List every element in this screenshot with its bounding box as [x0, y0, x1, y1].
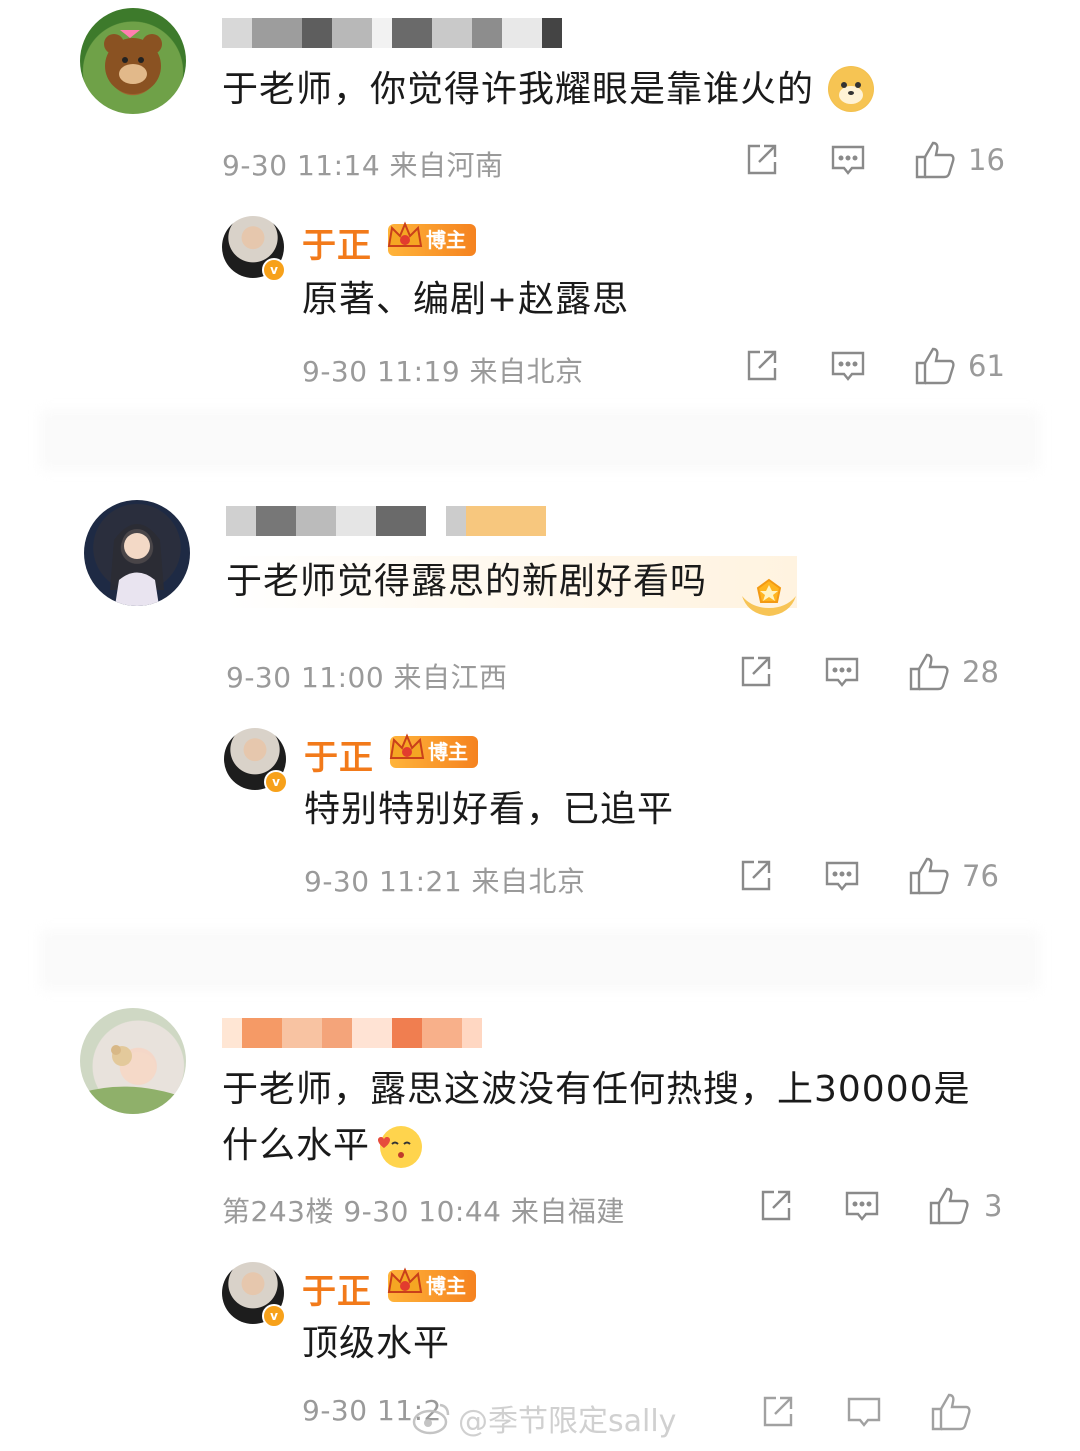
- thumbs-up-icon: [929, 1187, 969, 1225]
- verified-icon: v: [264, 770, 288, 794]
- thumbs-up-icon: [909, 653, 949, 691]
- reply-author-name[interactable]: 于正: [302, 218, 372, 267]
- comment-text: 于老师觉得露思的新剧好看吗: [226, 556, 798, 608]
- comment-icon: [845, 1191, 879, 1221]
- comment-text: 于老师，你觉得许我耀眼是靠谁火的: [222, 69, 815, 110]
- reply-button[interactable]: [824, 654, 860, 690]
- share-icon: [761, 1190, 791, 1221]
- comment-text-line-1: 于老师，露思这波没有任何热搜，上30000是: [222, 1069, 971, 1110]
- blurred-username[interactable]: [226, 506, 546, 536]
- share-icon: [747, 350, 777, 381]
- comment-meta: 9-30 11:00 来自江西: [226, 661, 508, 694]
- share-icon: [741, 860, 771, 891]
- kiss-emoji-icon: [374, 1124, 424, 1170]
- comment-icon: [825, 861, 859, 891]
- like-button[interactable]: 3: [928, 1186, 1002, 1226]
- like-count: 61: [968, 349, 1005, 383]
- crown-icon: [387, 1267, 423, 1293]
- thumbs-up-icon: [915, 347, 955, 385]
- blogger-badge: 博主: [389, 733, 478, 768]
- share-button[interactable]: [744, 348, 780, 384]
- reply-button[interactable]: [844, 1188, 880, 1224]
- reply-actions: [760, 1392, 984, 1432]
- share-button[interactable]: [738, 858, 774, 894]
- share-icon: [747, 144, 777, 175]
- like-button[interactable]: [930, 1392, 984, 1432]
- like-button[interactable]: 16: [914, 140, 1005, 180]
- share-button[interactable]: [760, 1394, 796, 1430]
- like-count: 16: [968, 143, 1005, 177]
- vip-badge-icon: [738, 574, 800, 620]
- like-count: 28: [962, 655, 999, 689]
- thumbs-up-icon: [909, 857, 949, 895]
- reply-actions: 76: [738, 856, 999, 896]
- avatar[interactable]: [80, 1008, 186, 1114]
- comment-actions: 16: [744, 140, 1005, 180]
- faded-divider: [40, 410, 1040, 470]
- comment-icon: [831, 351, 865, 381]
- reply-button[interactable]: [830, 142, 866, 178]
- comment-icon: [825, 657, 859, 687]
- like-button[interactable]: 61: [914, 346, 1005, 386]
- blurred-username[interactable]: [222, 1018, 482, 1048]
- blogger-badge: 博主: [387, 1267, 476, 1302]
- avatar[interactable]: [84, 500, 190, 606]
- reply-author-name[interactable]: 于正: [304, 730, 374, 779]
- reply-meta: 9-30 11:19 来自北京: [302, 355, 584, 388]
- share-icon: [763, 1396, 793, 1427]
- reply-button[interactable]: [830, 348, 866, 384]
- avatar[interactable]: [80, 8, 186, 114]
- blurred-username[interactable]: [222, 18, 562, 48]
- crown-icon: [389, 733, 425, 759]
- reply-text: 原著、编剧+赵露思: [302, 279, 630, 320]
- comment-actions: 28: [738, 652, 999, 692]
- reply-text: 特别特别好看，已追平: [304, 789, 675, 830]
- reply-meta: 9-30 11:21 来自北京: [304, 865, 586, 898]
- comment-icon: [831, 145, 865, 175]
- like-button[interactable]: 28: [908, 652, 999, 692]
- like-count: 76: [962, 859, 999, 893]
- thumbs-up-icon: [915, 141, 955, 179]
- faded-divider: [40, 930, 1040, 990]
- reply-author-name[interactable]: 于正: [302, 1264, 372, 1313]
- comment-text-line-2: 什么水平: [222, 1125, 371, 1166]
- reply-button[interactable]: [846, 1394, 882, 1430]
- verified-icon: v: [262, 1304, 286, 1328]
- like-count: 3: [984, 1189, 1003, 1223]
- share-button[interactable]: [738, 654, 774, 690]
- watermark: @季节限定sally: [412, 1396, 676, 1440]
- weibo-logo-icon: [412, 1403, 450, 1435]
- like-button[interactable]: 76: [908, 856, 999, 896]
- share-icon: [741, 656, 771, 687]
- reply-button[interactable]: [824, 858, 860, 894]
- comment-icon: [847, 1397, 881, 1427]
- blogger-badge: 博主: [387, 221, 476, 256]
- crown-icon: [387, 221, 423, 247]
- reply-actions: 61: [744, 346, 1005, 386]
- comment-actions: 3: [758, 1186, 1002, 1226]
- doge-emoji-icon: [828, 66, 874, 112]
- thumbs-up-icon: [931, 1393, 971, 1431]
- comment-meta: 第243楼 9-30 10:44 来自福建: [222, 1195, 625, 1228]
- share-button[interactable]: [744, 142, 780, 178]
- verified-icon: v: [262, 258, 286, 282]
- share-button[interactable]: [758, 1188, 794, 1224]
- reply-text: 顶级水平: [302, 1323, 451, 1364]
- comment-meta: 9-30 11:14 来自河南: [222, 149, 504, 182]
